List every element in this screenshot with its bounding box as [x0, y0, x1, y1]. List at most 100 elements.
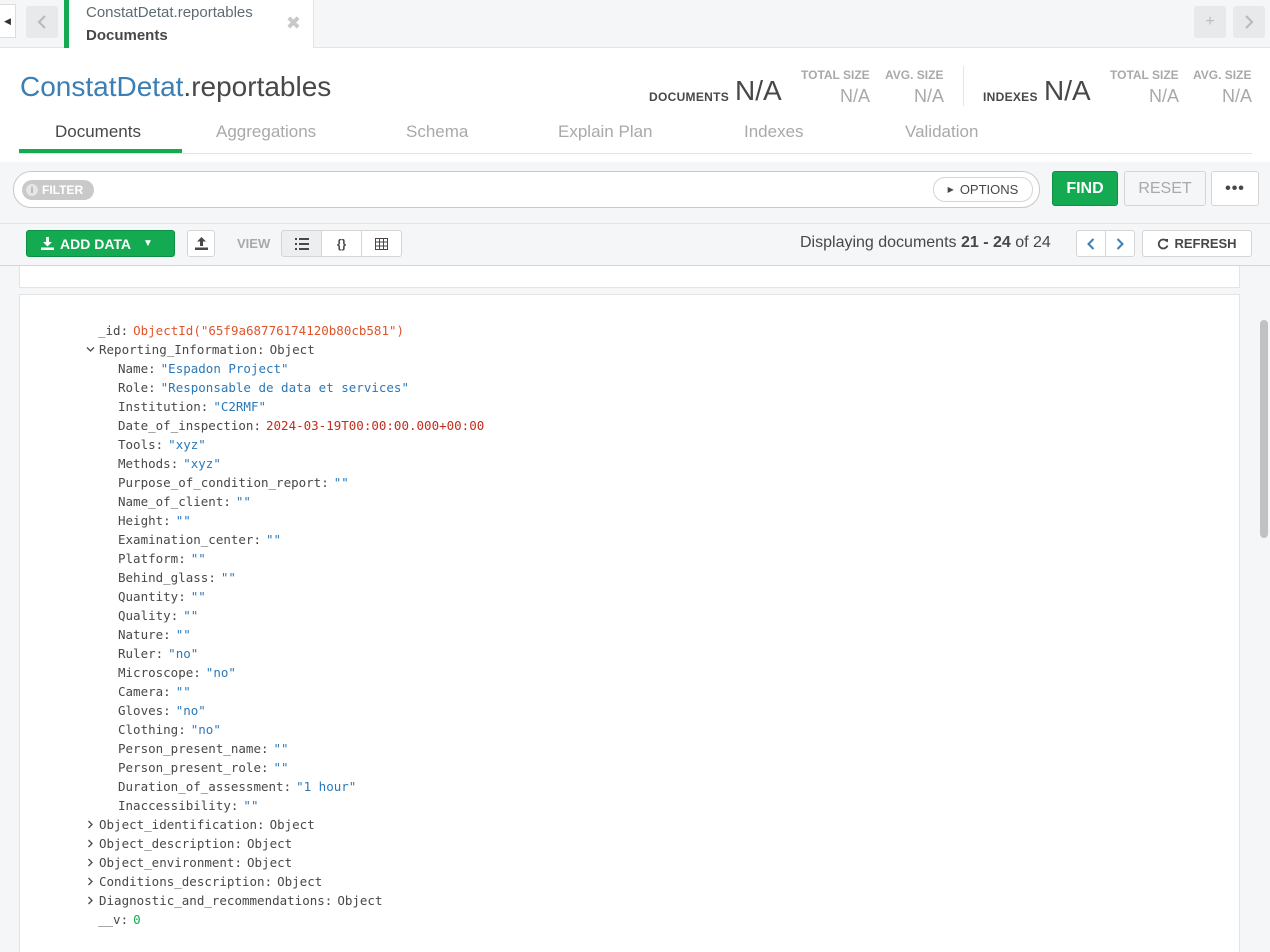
nested-field-row[interactable]: Microscope: "no" — [118, 663, 236, 682]
sidebar-toggle-button[interactable]: ◀ — [0, 4, 16, 38]
collapsed-field-row[interactable]: Object_description: Object — [86, 834, 292, 853]
nested-field-row[interactable]: Methods: "xyz" — [118, 454, 221, 473]
active-tab-indicator — [19, 149, 182, 153]
nested-field-row[interactable]: Height: "" — [118, 511, 191, 530]
field-key: Gloves — [118, 703, 164, 718]
chevron-right-icon[interactable] — [86, 858, 95, 867]
nested-field-row[interactable]: Platform: "" — [118, 549, 206, 568]
field-value: Object — [337, 893, 383, 908]
collection-tab[interactable]: ConstatDetat.reportables Documents ✖ — [64, 0, 314, 48]
chevron-right-icon[interactable] — [86, 820, 95, 829]
tab-aggregations[interactable]: Aggregations — [216, 122, 316, 142]
tab-validation[interactable]: Validation — [905, 122, 978, 142]
nested-field-row[interactable]: Name_of_client: "" — [118, 492, 251, 511]
field-key: Microscope — [118, 665, 194, 680]
field-key: Ruler — [118, 646, 156, 661]
chevron-right-icon[interactable] — [86, 896, 95, 905]
chevron-down-icon[interactable] — [86, 345, 95, 354]
tab-indexes[interactable]: Indexes — [744, 122, 804, 142]
field-key: Methods — [118, 456, 171, 471]
back-button[interactable] — [26, 6, 58, 38]
field-key: __v — [98, 912, 121, 927]
nested-field-row[interactable]: Camera: "" — [118, 682, 191, 701]
tab-schema[interactable]: Schema — [406, 122, 468, 142]
nested-field-row[interactable]: Clothing: "no" — [118, 720, 221, 739]
field-value: "no" — [190, 722, 221, 737]
field-value: Object — [247, 855, 293, 870]
chevron-right-icon[interactable] — [86, 877, 95, 886]
new-tab-button[interactable]: + — [1194, 6, 1226, 38]
field-key: Institution — [118, 399, 201, 414]
refresh-label: REFRESH — [1174, 236, 1237, 251]
indexes-label: INDEXES — [983, 90, 1038, 104]
close-tab-icon[interactable]: ✖ — [286, 13, 301, 34]
forward-button[interactable] — [1233, 6, 1265, 38]
list-view-button[interactable] — [281, 230, 322, 257]
nested-field-row[interactable]: Institution: "C2RMF" — [118, 397, 266, 416]
nested-field-row[interactable]: Inaccessibility: "" — [118, 796, 258, 815]
info-icon[interactable]: i — [26, 184, 38, 196]
indexes-count: N/A — [1044, 75, 1091, 106]
chevron-right-icon[interactable] — [86, 839, 95, 848]
more-options-button[interactable]: ••• — [1211, 171, 1259, 206]
reset-button[interactable]: RESET — [1124, 171, 1206, 206]
nested-field-row[interactable]: Name: "Espadon Project" — [118, 359, 289, 378]
field-key: Platform — [118, 551, 179, 566]
field-id[interactable]: _id: ObjectId("65f9a68776174120b80cb581") — [98, 321, 404, 340]
tab-explain-plan[interactable]: Explain Plan — [558, 122, 653, 142]
nested-field-row[interactable]: Duration_of_assessment: "1 hour" — [118, 777, 356, 796]
nested-field-row[interactable]: Tools: "xyz" — [118, 435, 206, 454]
nested-field-row[interactable]: Gloves: "no" — [118, 701, 206, 720]
nested-field-row[interactable]: Quality: "" — [118, 606, 198, 625]
field-key: Nature — [118, 627, 164, 642]
collapsed-field-row[interactable]: Object_identification: Object — [86, 815, 315, 834]
doc-total-size-label: TOTAL SIZE — [801, 68, 870, 82]
paging-suffix: of 24 — [1010, 234, 1051, 251]
download-icon — [41, 237, 54, 250]
nested-field-row[interactable]: Nature: "" — [118, 625, 191, 644]
nested-field-row[interactable]: Quantity: "" — [118, 587, 206, 606]
scrollbar-thumb[interactable] — [1260, 320, 1268, 538]
field-key: Purpose_of_condition_report — [118, 475, 322, 490]
field-reporting-information[interactable]: Reporting_Information: Object — [86, 340, 315, 359]
database-name[interactable]: ConstatDetat — [20, 71, 183, 102]
upload-icon — [194, 237, 208, 250]
nested-field-row[interactable]: Examination_center: "" — [118, 530, 281, 549]
field-value: "" — [333, 475, 349, 490]
field-value: 0 — [133, 912, 141, 927]
collapsed-field-row[interactable]: Object_environment: Object — [86, 853, 292, 872]
field-key: Reporting_Information — [99, 342, 258, 357]
export-button[interactable] — [187, 230, 215, 257]
collapsed-field-row[interactable]: Conditions_description: Object — [86, 872, 322, 891]
find-button[interactable]: FIND — [1052, 171, 1118, 206]
nested-field-row[interactable]: Date_of_inspection: 2024-03-19T00:00:00.0… — [118, 416, 484, 435]
field-key: Person_present_role — [118, 760, 261, 775]
nested-field-row[interactable]: Ruler: "no" — [118, 644, 198, 663]
nested-field-row[interactable]: Role: "Responsable de data et services" — [118, 378, 409, 397]
add-data-button[interactable]: ADD DATA ▼ — [26, 230, 175, 257]
table-view-button[interactable] — [361, 230, 402, 257]
nested-field-row[interactable]: Behind_glass: "" — [118, 568, 236, 587]
field-value: "" — [175, 627, 191, 642]
caret-left-icon: ◀ — [4, 15, 11, 26]
field-key: Examination_center — [118, 532, 254, 547]
filter-input[interactable]: i FILTER ▶ OPTIONS — [13, 171, 1040, 208]
refresh-button[interactable]: REFRESH — [1142, 230, 1252, 257]
add-data-label: ADD DATA — [60, 235, 132, 252]
nested-field-row[interactable]: Person_present_role: "" — [118, 758, 289, 777]
field-value: Object — [269, 817, 315, 832]
previous-page-button[interactable] — [1076, 230, 1106, 257]
options-button[interactable]: ▶ OPTIONS — [933, 177, 1033, 202]
tab-documents[interactable]: Documents — [55, 122, 141, 142]
nested-field-row[interactable]: Purpose_of_condition_report: "" — [118, 473, 349, 492]
table-icon — [375, 237, 388, 250]
next-page-button[interactable] — [1105, 230, 1135, 257]
tab-subtitle: Documents — [86, 27, 168, 44]
json-view-button[interactable]: {} — [321, 230, 362, 257]
collapsed-field-row[interactable]: Diagnostic_and_recommendations: Object — [86, 891, 382, 910]
field-value: Object — [247, 836, 293, 851]
field-version[interactable]: __v: 0 — [98, 910, 141, 929]
nested-field-row[interactable]: Person_present_name: "" — [118, 739, 289, 758]
paging-status: Displaying documents 21 - 24 of 24 — [800, 234, 1051, 252]
collection-subtabs: Documents Aggregations Schema Explain Pl… — [19, 112, 1252, 154]
